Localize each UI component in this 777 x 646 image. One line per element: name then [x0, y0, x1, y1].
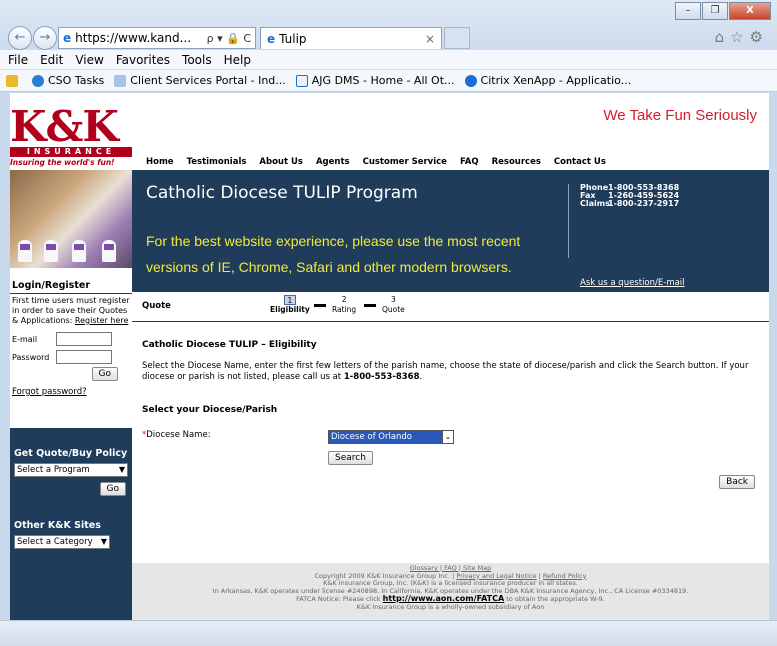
- home-icon[interactable]: ⌂: [715, 28, 731, 46]
- chrome-toolbar-icons[interactable]: ⌂☆⚙: [715, 28, 769, 46]
- tab-title: Tulip: [279, 31, 307, 46]
- login-go-button[interactable]: Go: [91, 367, 118, 381]
- nav-contact-us[interactable]: Contact Us: [554, 157, 606, 167]
- favorites-star-icon[interactable]: ☆: [730, 28, 749, 46]
- ask-question-link[interactable]: Ask us a question/E-mail: [580, 278, 685, 288]
- menu-view[interactable]: View: [75, 53, 103, 67]
- email-label: E-mail: [12, 334, 38, 344]
- address-controls[interactable]: ρ ▾ 🔒 C: [207, 32, 251, 45]
- forward-arrow-icon[interactable]: →: [33, 26, 57, 50]
- browser-statusbar: [0, 620, 777, 646]
- select-diocese-heading: Select your Diocese/Parish: [142, 405, 278, 415]
- diocese-label: *Diocese Name:: [142, 430, 211, 440]
- quote-steps: Quote 1 Eligibility 2 Rating 3 Quote: [132, 292, 769, 322]
- fav-citrix-icon: [464, 74, 477, 87]
- close-window-button[interactable]: X: [729, 2, 771, 20]
- chevron-down-icon: ▼: [118, 465, 125, 474]
- nav-faq[interactable]: FAQ: [460, 157, 479, 167]
- nav-home[interactable]: Home: [146, 157, 174, 167]
- nav-testimonials[interactable]: Testimonials: [187, 157, 247, 167]
- nav-about-us[interactable]: About Us: [259, 157, 303, 167]
- window-controls: – ❐ X: [674, 2, 771, 20]
- back-arrow-icon[interactable]: ←: [8, 26, 32, 50]
- program-title: Catholic Diocese TULIP Program: [146, 183, 418, 203]
- nav-resources[interactable]: Resources: [492, 157, 541, 167]
- gear-icon[interactable]: ⚙: [750, 28, 769, 46]
- login-panel: Login/Register First time users must reg…: [10, 268, 132, 428]
- menu-favorites[interactable]: Favorites: [116, 53, 170, 67]
- email-field[interactable]: [56, 332, 112, 346]
- password-label: Password: [12, 352, 50, 362]
- menu-edit[interactable]: Edit: [40, 53, 63, 67]
- step-rating: 2 Rating: [332, 295, 357, 314]
- program-select[interactable]: Select a Program ▼: [14, 463, 128, 477]
- favorites-bar: CSO Tasks Client Services Portal - Ind..…: [0, 70, 777, 92]
- nav-customer-service[interactable]: Customer Service: [363, 157, 447, 167]
- tab-close-icon[interactable]: ×: [425, 32, 435, 46]
- diocese-select[interactable]: Diocese of Orlando ⌄: [328, 430, 454, 444]
- forgot-password-link[interactable]: Forgot password?: [10, 387, 132, 397]
- program-banner: Catholic Diocese TULIP Program For the b…: [132, 170, 769, 292]
- eligibility-title: Catholic Diocese TULIP – Eligibility: [142, 340, 317, 350]
- steps-label: Quote: [142, 301, 171, 311]
- fav-ajg-dms[interactable]: AJG DMS - Home - All Ot...: [295, 74, 455, 87]
- other-sites-heading: Other K&K Sites: [14, 520, 101, 531]
- fav-cso-icon: [32, 74, 44, 87]
- fatca-link[interactable]: http://www.aon.com/FATCA: [383, 594, 505, 603]
- favorites-star-add-icon[interactable]: [6, 74, 22, 87]
- fav-client-services[interactable]: Client Services Portal - Ind...: [114, 74, 286, 87]
- menu-tools[interactable]: Tools: [182, 53, 212, 67]
- step-eligibility: 1 Eligibility: [270, 295, 310, 314]
- menu-help[interactable]: Help: [224, 53, 251, 67]
- eligibility-description: Select the Diocese Name, enter the first…: [142, 361, 749, 382]
- login-instructions: First time users must register in order …: [12, 296, 130, 325]
- site-tagline: We Take Fun Seriously: [603, 107, 757, 124]
- maximize-button[interactable]: ❐: [702, 2, 728, 20]
- menu-file[interactable]: File: [8, 53, 28, 67]
- banner-divider: [568, 184, 569, 258]
- chevron-down-icon: ⌄: [442, 430, 454, 444]
- fav-page-icon: [114, 74, 127, 87]
- category-select[interactable]: Select a Category ▼: [14, 535, 110, 549]
- fav-ie-icon: [295, 74, 308, 87]
- fav-cso-tasks[interactable]: CSO Tasks: [32, 74, 104, 87]
- ie-tab-icon: e: [267, 31, 276, 46]
- page-viewport: K&K INSURANCE Insuring the world's fun! …: [10, 93, 769, 620]
- contact-numbers: Phone 1-800-553-8368 Fax 1-260-459-5624 Cl…: [580, 183, 680, 208]
- address-text: https://www.kand...: [75, 31, 192, 45]
- sidebar-dark-panel: Get Quote/Buy Policy Select a Program ▼ …: [10, 428, 132, 620]
- address-bar[interactable]: e https://www.kand... ρ ▾ 🔒 C: [58, 27, 256, 49]
- minimize-button[interactable]: –: [675, 2, 701, 20]
- step-quote: 3 Quote: [382, 295, 405, 314]
- claims-number: 1-800-237-2917: [608, 199, 680, 208]
- chevron-down-icon: ▼: [100, 537, 107, 546]
- register-link[interactable]: Register here: [75, 316, 129, 325]
- kk-logo[interactable]: K&K INSURANCE Insuring the world's fun!: [10, 106, 132, 167]
- banquet-photo: [10, 170, 132, 268]
- top-navigation: Home Testimonials About Us Agents Custom…: [146, 157, 619, 167]
- password-row: Password: [10, 350, 132, 364]
- menu-bar: File Edit View Favorites Tools Help: [0, 50, 777, 70]
- main-content: Catholic Diocese TULIP – Eligibility Sel…: [132, 323, 769, 563]
- password-field[interactable]: [56, 350, 112, 364]
- nav-agents[interactable]: Agents: [316, 157, 350, 167]
- quote-go-button[interactable]: Go: [99, 482, 126, 496]
- fav-citrix[interactable]: Citrix XenApp - Applicatio...: [464, 74, 631, 87]
- email-row: E-mail: [10, 332, 132, 346]
- new-tab-button[interactable]: [444, 27, 470, 49]
- back-button[interactable]: Back: [719, 475, 755, 489]
- browser-notice: For the best website experience, please …: [146, 233, 521, 275]
- ie-logo-icon: e: [63, 31, 72, 45]
- login-heading: Login/Register: [10, 268, 132, 294]
- search-button[interactable]: Search: [328, 451, 373, 465]
- browser-tab[interactable]: e Tulip ×: [260, 27, 442, 49]
- help-phone: 1-800-553-8368: [343, 372, 420, 382]
- quote-heading: Get Quote/Buy Policy: [14, 448, 128, 459]
- page-footer: Glossary | FAQ | Site Map Copyright 2009…: [132, 563, 769, 620]
